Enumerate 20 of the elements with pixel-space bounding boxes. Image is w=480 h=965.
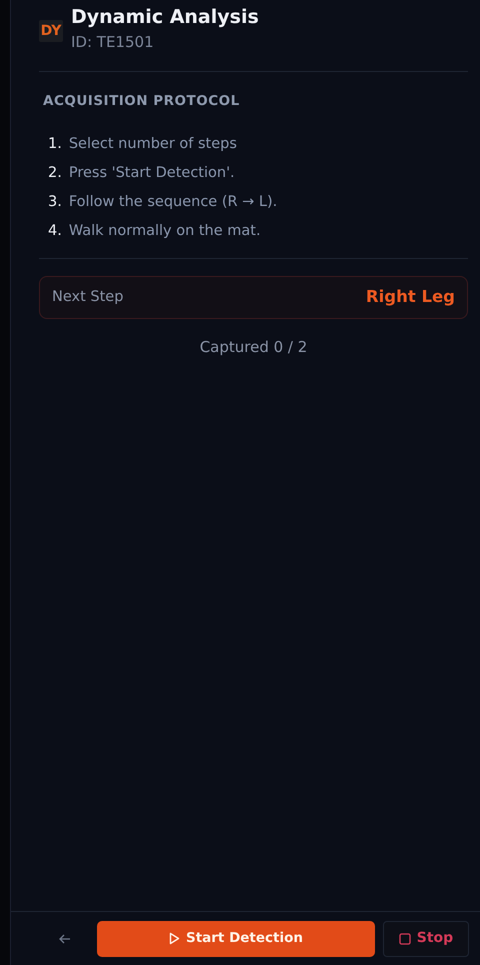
step-text: Follow the sequence (R → L). xyxy=(68,192,278,212)
step-number: 1. xyxy=(48,134,62,154)
step-text: Walk normally on the mat. xyxy=(68,222,261,241)
play-icon xyxy=(168,932,180,945)
page-title: Dynamic Analysis xyxy=(71,5,259,30)
session-id: ID: TE1501 xyxy=(71,32,155,53)
step-number: 4. xyxy=(48,222,62,241)
step-number: 3. xyxy=(48,192,62,212)
stop-icon xyxy=(398,932,411,944)
step-text: Press 'Start Detection'. xyxy=(68,164,235,183)
back-arrow-icon xyxy=(59,932,71,944)
capture-count: Captured 0 / 2 xyxy=(200,338,308,356)
step-number: 2. xyxy=(48,164,62,183)
avatar-badge: DY xyxy=(39,20,63,42)
start-detection-button[interactable]: Start Detection xyxy=(97,920,375,956)
step-text: Select number of steps xyxy=(68,134,237,154)
stop-button[interactable]: Stop xyxy=(383,920,469,956)
next-step-value: Right Leg xyxy=(366,286,455,308)
section-heading: ACQUISITION PROTOCOL xyxy=(43,92,241,111)
next-step-label: Next Step xyxy=(52,288,124,307)
